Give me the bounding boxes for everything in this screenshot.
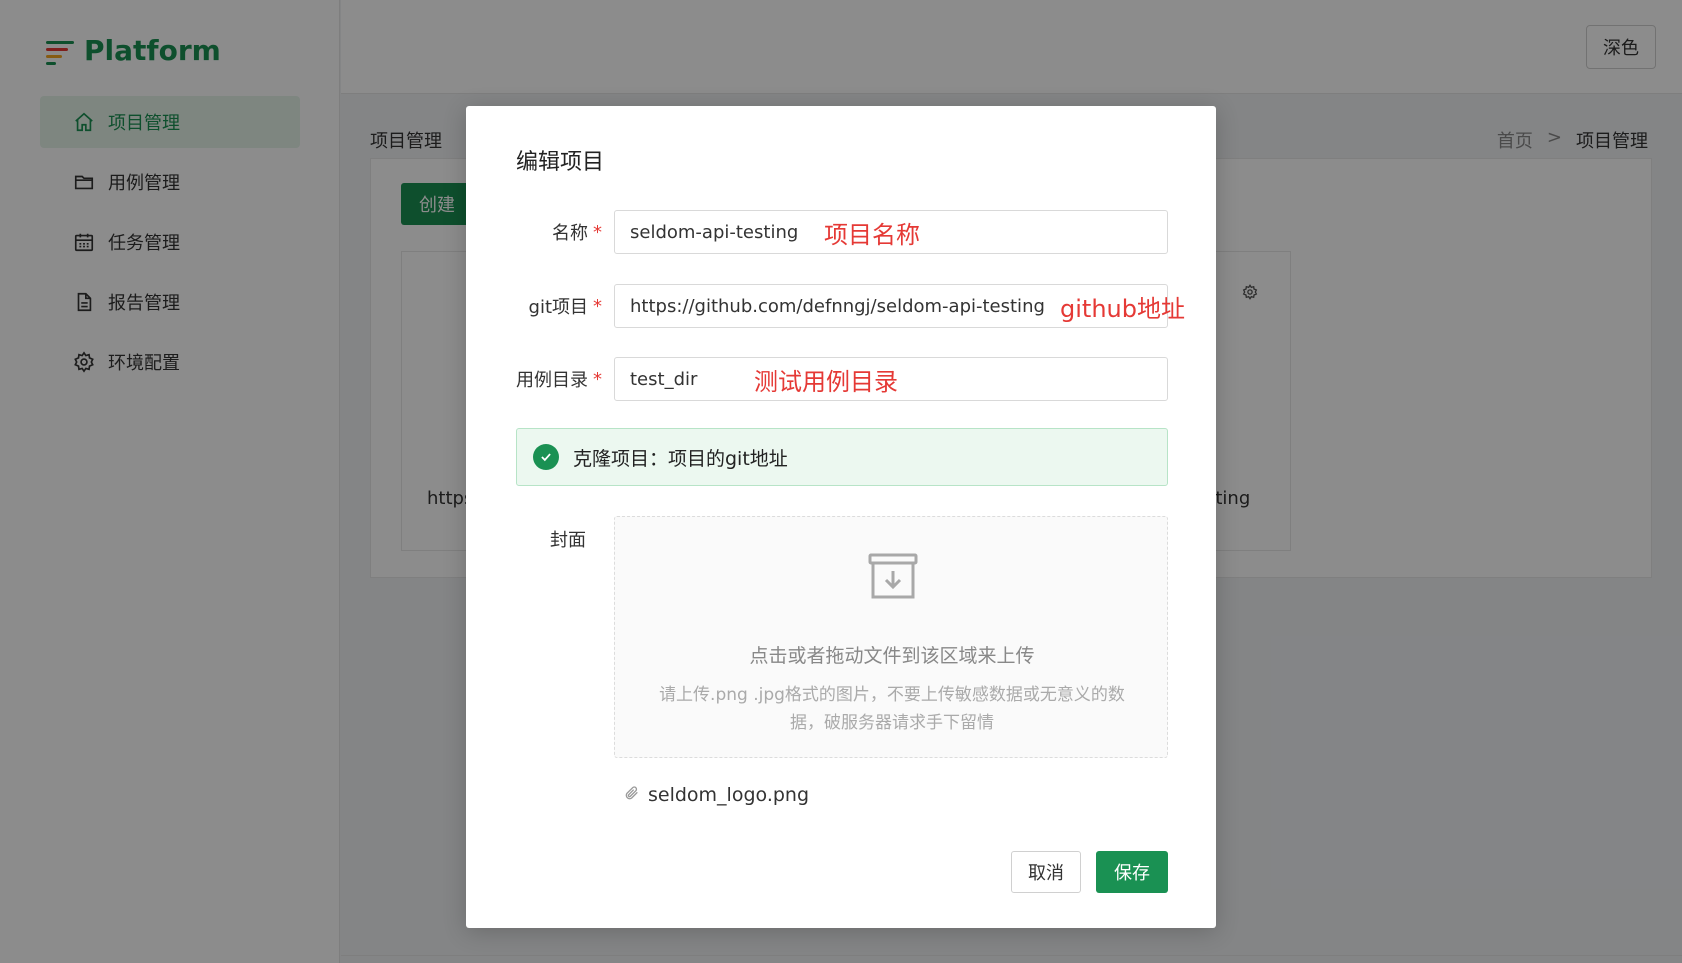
save-button[interactable]: 保存 bbox=[1096, 851, 1168, 893]
check-circle-icon bbox=[533, 444, 559, 470]
form-row-name: 名称 * seldom-api-testing 项目名称 bbox=[466, 210, 1216, 254]
form-row-case-dir: 用例目录 * test_dir 测试用例目录 bbox=[466, 357, 1216, 401]
required-mark: * bbox=[593, 221, 602, 243]
upload-dropzone[interactable]: 点击或者拖动文件到该区域来上传 请上传.png .jpg格式的图片，不要上传敏感… bbox=[614, 516, 1168, 758]
info-alert: 克隆项目：项目的git地址 bbox=[516, 428, 1168, 486]
edit-project-dialog: 编辑项目 名称 * seldom-api-testing 项目名称 git项目 * … bbox=[466, 106, 1216, 928]
paperclip-icon bbox=[624, 784, 640, 806]
annotation-label: github地址 bbox=[1060, 294, 1185, 323]
cancel-button[interactable]: 取消 bbox=[1011, 851, 1081, 893]
field-label-text: 名称 bbox=[552, 223, 588, 244]
field-label: git项目 * bbox=[529, 284, 602, 328]
field-label-text: git项目 bbox=[528, 297, 588, 318]
annotation-label: 测试用例目录 bbox=[754, 367, 898, 396]
inbox-download-icon bbox=[867, 551, 919, 607]
required-mark: * bbox=[593, 368, 602, 390]
field-label: 名称 * bbox=[552, 210, 602, 254]
upload-hint: 请上传.png .jpg格式的图片，不要上传敏感数据或无意义的数据，破服务器请求… bbox=[659, 685, 1125, 733]
field-label-text: 用例目录 bbox=[516, 370, 588, 391]
required-mark: * bbox=[593, 295, 602, 317]
form-row-git: git项目 * https://github.com/defnngj/seldom… bbox=[466, 284, 1216, 328]
dialog-title: 编辑项目 bbox=[516, 150, 605, 175]
upload-text: 点击或者拖动文件到该区域来上传 bbox=[749, 645, 1035, 667]
annotation-label: 项目名称 bbox=[824, 220, 920, 249]
file-name: seldom_logo.png bbox=[648, 784, 810, 806]
cover-label: 封面 bbox=[550, 530, 586, 551]
uploaded-file-item[interactable]: seldom_logo.png bbox=[624, 784, 809, 806]
field-label: 用例目录 * bbox=[516, 357, 602, 401]
alert-text: 克隆项目：项目的git地址 bbox=[573, 447, 788, 470]
